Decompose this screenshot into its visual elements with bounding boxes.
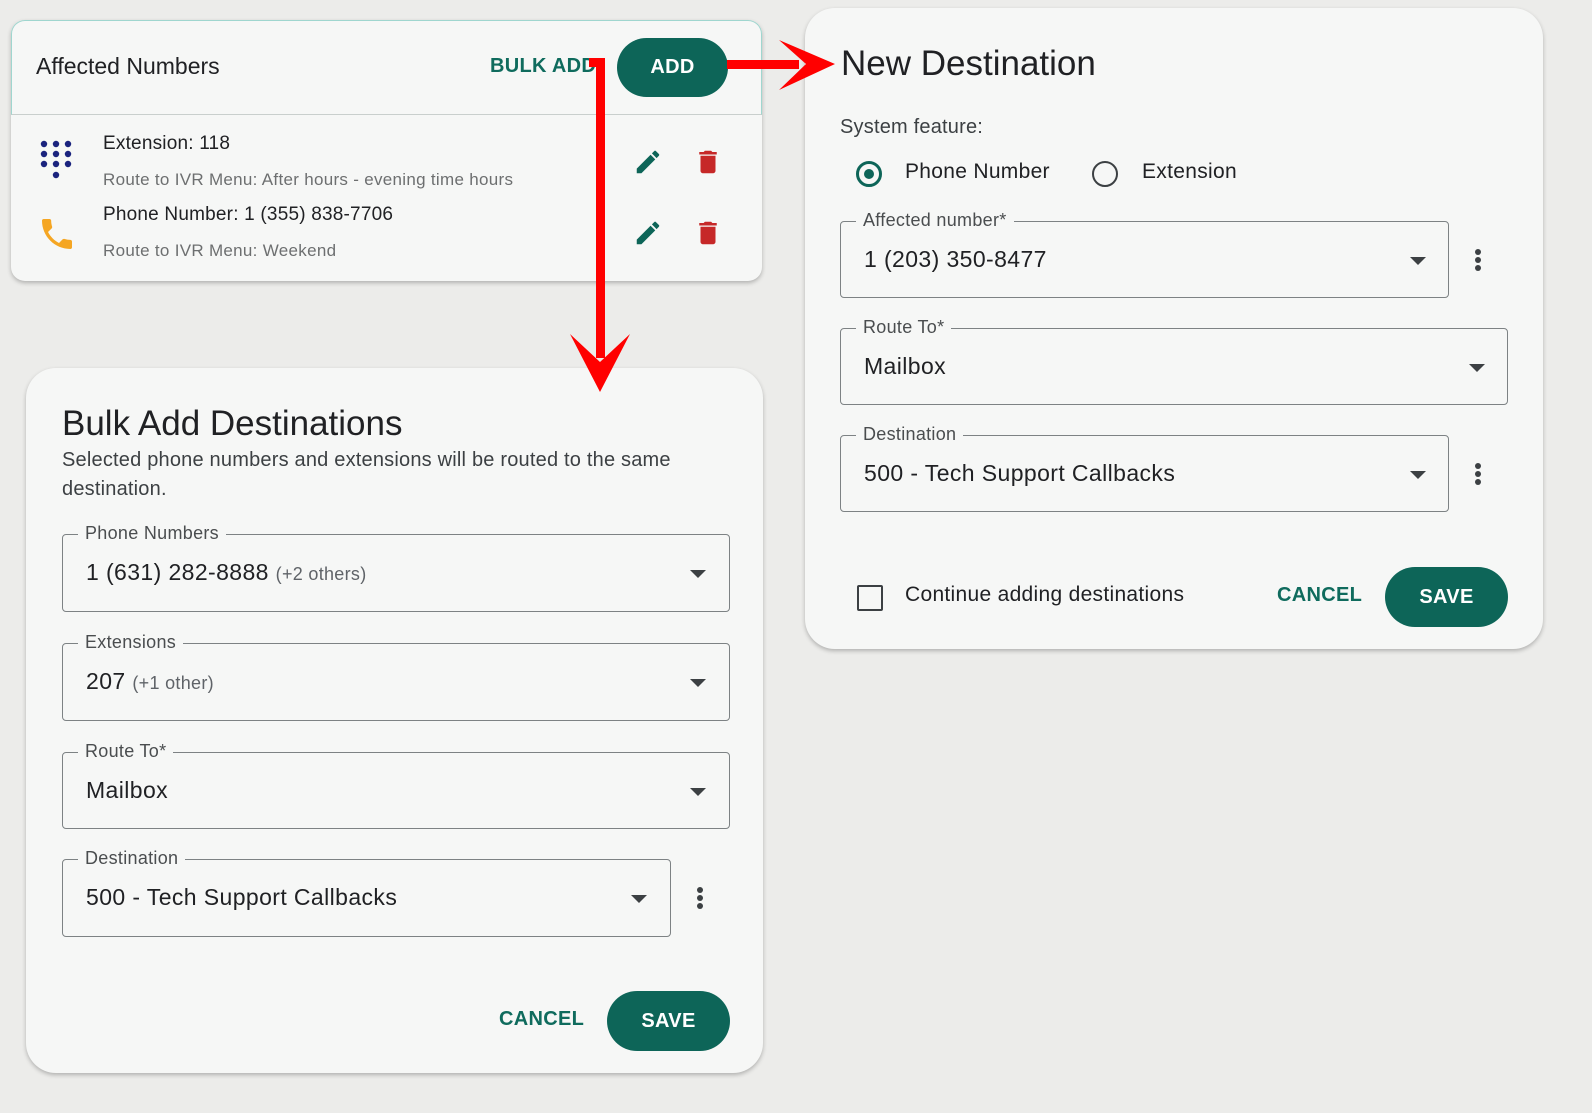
bulk-add-dialog: Bulk Add Destinations Selected phone num… — [26, 368, 763, 1073]
field-value: Mailbox — [86, 777, 169, 803]
radio-extension[interactable] — [1092, 161, 1118, 187]
selection-count: (+1 other) — [132, 673, 214, 693]
radio-phone-number[interactable] — [856, 161, 882, 187]
field-label: Route To* — [78, 741, 174, 762]
delete-button[interactable] — [691, 145, 725, 179]
more-options-icon[interactable] — [1468, 454, 1488, 494]
affected-number-select[interactable]: Affected number* 1 (203) 350-8477 — [840, 210, 1449, 298]
caret-down-icon — [1410, 257, 1426, 265]
field-label: Route To* — [856, 317, 952, 338]
trash-icon — [699, 221, 717, 245]
row-title: Extension: 118 — [103, 133, 231, 154]
dialog-title: Bulk Add Destinations — [62, 404, 403, 443]
destination-select[interactable]: Destination 500 - Tech Support Callbacks — [62, 848, 671, 937]
field-value: 500 - Tech Support Callbacks — [86, 884, 398, 910]
field-value: 500 - Tech Support Callbacks — [864, 460, 1176, 486]
route-to-select[interactable]: Route To* Mailbox — [62, 741, 730, 829]
radio-extension-label: Extension — [1142, 160, 1237, 183]
pencil-icon — [636, 221, 660, 245]
extensions-select[interactable]: Extensions 207 (+1 other) — [62, 632, 730, 721]
affected-numbers-card: Affected Numbers BULK ADD ADD Extension:… — [11, 20, 762, 281]
field-label: Destination — [856, 424, 964, 445]
caret-down-icon — [690, 679, 706, 687]
dialog-title: New Destination — [841, 44, 1096, 83]
selection-count: (+2 others) — [275, 564, 367, 584]
save-button[interactable]: SAVE — [1385, 567, 1508, 627]
caret-down-icon — [690, 788, 706, 796]
system-feature-label: System feature: — [840, 116, 984, 138]
continue-adding-label: Continue adding destinations — [905, 583, 1185, 606]
field-label: Affected number* — [856, 210, 1014, 231]
affected-numbers-header: Affected Numbers BULK ADD ADD — [11, 20, 762, 115]
caret-down-icon — [690, 570, 706, 578]
caret-down-icon — [1469, 364, 1485, 372]
add-button[interactable]: ADD — [617, 38, 728, 97]
caret-down-icon — [1410, 471, 1426, 479]
more-options-icon[interactable] — [690, 878, 710, 918]
cancel-button[interactable]: CANCEL — [499, 1008, 584, 1031]
more-options-icon[interactable] — [1468, 240, 1488, 280]
caret-down-icon — [631, 895, 647, 903]
affected-numbers-title: Affected Numbers — [36, 53, 220, 79]
radio-phone-number-label: Phone Number — [905, 160, 1050, 183]
row-subtitle: Route to IVR Menu: After hours - evening… — [103, 170, 514, 189]
delete-button[interactable] — [691, 216, 725, 250]
dialpad-icon — [40, 140, 72, 179]
destination-select[interactable]: Destination 500 - Tech Support Callbacks — [840, 424, 1449, 512]
trash-icon — [699, 150, 717, 174]
bulk-add-button[interactable]: BULK ADD — [490, 55, 596, 78]
edit-button[interactable] — [631, 216, 665, 250]
route-to-select[interactable]: Route To* Mailbox — [840, 317, 1508, 405]
cancel-button[interactable]: CANCEL — [1277, 584, 1362, 607]
field-value: 1 (631) 282-8888 (+2 others) — [86, 559, 367, 586]
field-label: Phone Numbers — [78, 523, 226, 544]
pencil-icon — [636, 150, 660, 174]
row-subtitle: Route to IVR Menu: Weekend — [103, 241, 337, 260]
edit-button[interactable] — [631, 145, 665, 179]
selected-value: 1 (631) 282-8888 — [86, 559, 269, 585]
new-destination-dialog: New Destination System feature: Phone Nu… — [805, 8, 1543, 649]
row-title: Phone Number: 1 (355) 838-7706 — [103, 204, 394, 225]
field-label: Extensions — [78, 632, 184, 653]
save-button[interactable]: SAVE — [607, 991, 730, 1051]
selected-value: 207 — [86, 668, 126, 694]
field-label: Destination — [78, 848, 186, 869]
field-value: 1 (203) 350-8477 — [864, 246, 1047, 272]
field-value: 207 (+1 other) — [86, 668, 214, 695]
phone-icon — [42, 219, 72, 249]
dialog-description: Selected phone numbers and extensions wi… — [62, 449, 671, 500]
field-value: Mailbox — [864, 353, 947, 379]
continue-adding-checkbox[interactable] — [857, 585, 883, 611]
phone-numbers-select[interactable]: Phone Numbers 1 (631) 282-8888 (+2 other… — [62, 523, 730, 612]
